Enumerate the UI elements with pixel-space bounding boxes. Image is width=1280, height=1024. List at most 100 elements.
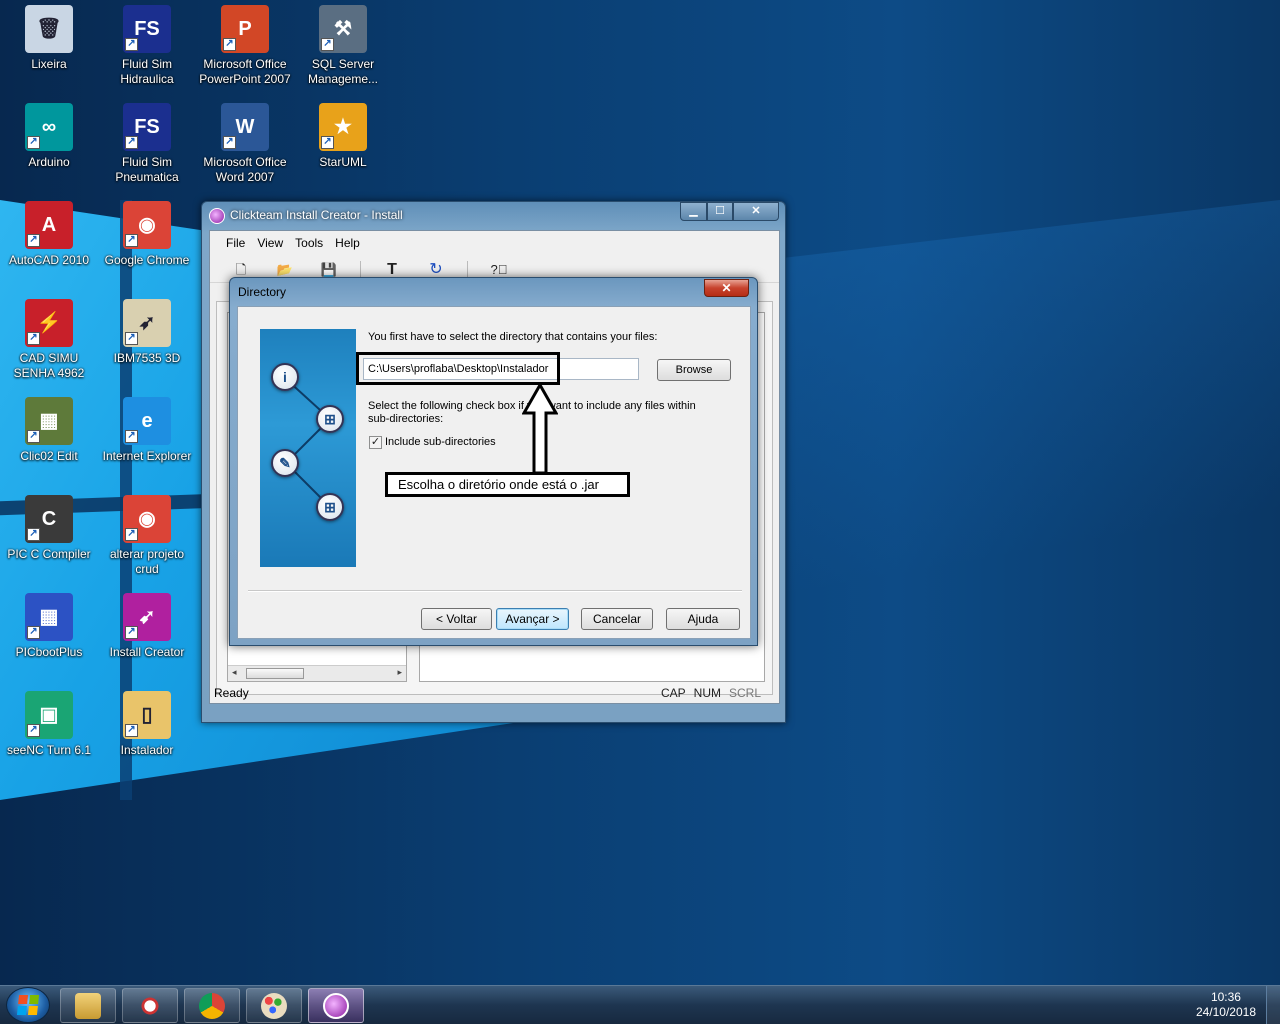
menu-view[interactable]: View xyxy=(253,231,287,255)
minimize-button[interactable]: ▁ xyxy=(680,202,707,221)
menu-tools[interactable]: Tools xyxy=(291,231,327,255)
shortcut-arrow-icon: ↗ xyxy=(27,430,40,443)
shortcut-arrow-icon: ↗ xyxy=(125,234,138,247)
desktop-icon[interactable]: ◉ ↗ alterar projeto crud xyxy=(98,495,196,577)
desktop-icon[interactable]: FS ↗ Fluid Sim Hidraulica xyxy=(98,5,196,87)
desktop-icon-label: PIC C Compiler xyxy=(7,547,91,561)
desktop-icon[interactable]: e ↗ Internet Explorer xyxy=(98,397,196,464)
shortcut-arrow-icon: ↗ xyxy=(125,724,138,737)
shortcut-arrow-icon: ↗ xyxy=(27,724,40,737)
internet-explorer-icon: e ↗ xyxy=(123,397,171,445)
cancel-button[interactable]: Cancelar xyxy=(581,608,653,630)
desktop-icon-label: Microsoft Office Word 2007 xyxy=(203,155,287,184)
desktop-icon[interactable]: ★ ↗ StarUML xyxy=(294,103,392,170)
horizontal-scrollbar[interactable]: ◂ ▸ xyxy=(228,665,406,681)
scrollbar-thumb[interactable] xyxy=(246,668,304,679)
shortcut-arrow-icon: ↗ xyxy=(125,38,138,51)
arduino-icon: ∞ ↗ xyxy=(25,103,73,151)
desktop-icon[interactable]: ➶ ↗ IBM7535 3D xyxy=(98,299,196,366)
picbootplus-icon: ▦ ↗ xyxy=(25,593,73,641)
sql-server-icon: ⚒ ↗ xyxy=(319,5,367,53)
desktop-icon-label: CAD SIMU SENHA 4962 xyxy=(13,351,85,380)
seenc-icon: ▣ ↗ xyxy=(25,691,73,739)
menu-file[interactable]: File xyxy=(222,231,249,255)
shortcut-arrow-icon: ↗ xyxy=(125,430,138,443)
chrome-icon: ◉ ↗ xyxy=(123,201,171,249)
ibm7535-3d-icon: ➶ ↗ xyxy=(123,299,171,347)
desktop-icon[interactable]: ⚡ ↗ CAD SIMU SENHA 4962 xyxy=(0,299,98,381)
shortcut-arrow-icon: ↗ xyxy=(223,136,236,149)
directory-dialog[interactable]: Directory ✕ i ⊞ ✎ ⊞ You first have to se… xyxy=(229,277,758,646)
browse-button[interactable]: Browse xyxy=(657,359,731,381)
desktop-icon-label: IBM7535 3D xyxy=(113,351,181,365)
shortcut-arrow-icon: ↗ xyxy=(125,528,138,541)
desktop-icon[interactable]: A ↗ AutoCAD 2010 xyxy=(0,201,98,268)
staruml-icon: ★ ↗ xyxy=(319,103,367,151)
desktop-icon[interactable]: ▦ ↗ Clic02 Edit xyxy=(0,397,98,464)
chrome-shortcut-icon: ◉ ↗ xyxy=(123,495,171,543)
taskbar-snipping-tool[interactable] xyxy=(122,988,178,1023)
dialog-title: Directory xyxy=(238,285,287,299)
help-button[interactable]: Ajuda xyxy=(666,608,740,630)
include-subdirs-label: Include sub-directories xyxy=(385,436,496,448)
snipping-tool-icon xyxy=(137,992,163,1019)
desktop-icon-label: Google Chrome xyxy=(104,253,190,267)
desktop-icon[interactable]: ∞ ↗ Arduino xyxy=(0,103,98,170)
annotation-up-arrow-icon xyxy=(522,383,558,475)
taskbar-install-creator[interactable] xyxy=(308,988,364,1023)
window-title: Clickteam Install Creator - Install xyxy=(230,208,403,222)
close-button[interactable]: ✕ xyxy=(733,202,779,221)
paint-icon xyxy=(261,992,287,1019)
status-cap: CAP xyxy=(660,686,686,700)
shortcut-arrow-icon: ↗ xyxy=(27,234,40,247)
back-button[interactable]: < Voltar xyxy=(421,608,492,630)
desktop-icon[interactable]: ➹ ↗ Install Creator xyxy=(98,593,196,660)
desktop-icon-label: alterar projeto crud xyxy=(109,547,185,576)
next-button[interactable]: Avançar > xyxy=(496,608,569,630)
include-subdirs-checkbox[interactable]: ✓ xyxy=(369,436,382,449)
desktop-icon-label: Internet Explorer xyxy=(102,449,192,463)
taskbar-paint[interactable] xyxy=(246,988,302,1023)
cadesimu-icon: ⚡ ↗ xyxy=(25,299,73,347)
desktop-icon[interactable]: P ↗ Microsoft Office PowerPoint 2007 xyxy=(196,5,294,87)
fluidsim-pneumatic-icon: FS ↗ xyxy=(123,103,171,151)
desktop-icon-label: StarUML xyxy=(319,155,367,169)
directory-prompt: You first have to select the directory t… xyxy=(368,331,658,343)
desktop-icon-label: Clic02 Edit xyxy=(20,449,78,463)
scroll-right-arrow-icon[interactable]: ▸ xyxy=(397,667,402,678)
dialog-close-button[interactable]: ✕ xyxy=(704,279,749,297)
shortcut-arrow-icon: ↗ xyxy=(321,38,334,51)
desktop-icon[interactable]: ⚒ ↗ SQL Server Manageme... xyxy=(294,5,392,87)
desktop-icon[interactable]: ▦ ↗ PICbootPlus xyxy=(0,593,98,660)
desktop-icon[interactable]: W ↗ Microsoft Office Word 2007 xyxy=(196,103,294,185)
taskbar-explorer[interactable] xyxy=(60,988,116,1023)
taskbar-chrome[interactable] xyxy=(184,988,240,1023)
dialog-client-area: i ⊞ ✎ ⊞ You first have to select the dir… xyxy=(237,306,751,639)
desktop-icon[interactable]: ▣ ↗ seeNC Turn 6.1 xyxy=(0,691,98,758)
desktop-icon-label: Fluid Sim Pneumatica xyxy=(115,155,179,184)
start-button[interactable] xyxy=(6,987,50,1023)
desktop-icon-label: AutoCAD 2010 xyxy=(8,253,90,267)
desktop-icon[interactable]: ◉ ↗ Google Chrome xyxy=(98,201,196,268)
desktop-icon[interactable]: FS ↗ Fluid Sim Pneumatica xyxy=(98,103,196,185)
powerpoint-icon: P ↗ xyxy=(221,5,269,53)
explorer-icon xyxy=(75,992,101,1019)
desktop-icon[interactable]: ▯ ↗ Instalador xyxy=(98,691,196,758)
scroll-left-arrow-icon[interactable]: ◂ xyxy=(232,667,237,678)
install-creator-app-icon[interactable] xyxy=(209,208,225,224)
info-icon: i xyxy=(271,363,299,391)
desktop-icon[interactable]: 🗑 Lixeira xyxy=(0,5,98,72)
show-desktop-button[interactable] xyxy=(1266,986,1280,1024)
shortcut-arrow-icon: ↗ xyxy=(125,626,138,639)
maximize-button[interactable]: ☐ xyxy=(707,202,733,221)
menu-help[interactable]: Help xyxy=(331,231,364,255)
desktop-icon[interactable]: C ↗ PIC C Compiler xyxy=(0,495,98,562)
wizard-connector-lines xyxy=(284,378,332,508)
menu-bar: File View Tools Help xyxy=(210,231,779,255)
window-controls: ▁ ☐ ✕ xyxy=(680,202,779,221)
status-text: Ready xyxy=(214,686,249,700)
desktop-icon-label: Install Creator xyxy=(109,645,185,659)
system-clock[interactable]: 10:36 24/10/2018 xyxy=(1196,990,1256,1020)
word-icon: W ↗ xyxy=(221,103,269,151)
desktop-icon-label: Instalador xyxy=(120,743,174,757)
